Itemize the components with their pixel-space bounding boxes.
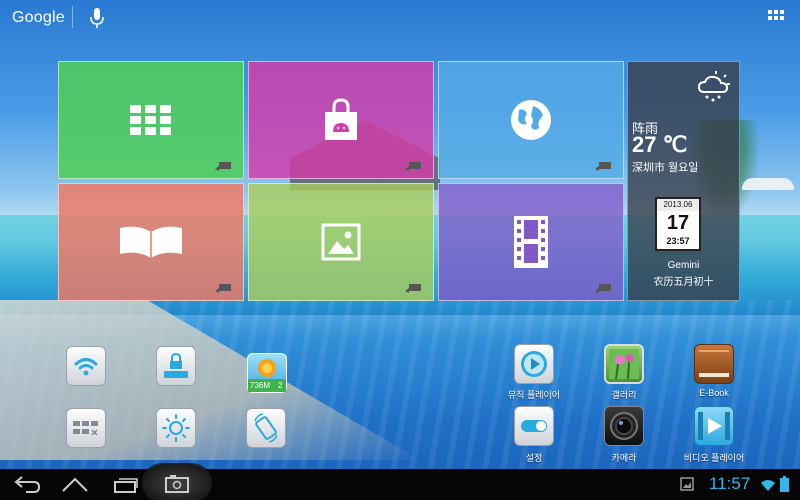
video-tile[interactable] bbox=[438, 183, 624, 301]
home-screen: Google 阵雨 27 ℃ 深圳市 월요일 2013.06 17 23:57 … bbox=[0, 0, 800, 500]
music-player-app[interactable] bbox=[514, 344, 554, 384]
open-book-icon bbox=[120, 226, 182, 258]
top-bar: Google bbox=[0, 0, 800, 36]
memory-count: 2 bbox=[278, 381, 283, 390]
gallery-app[interactable] bbox=[604, 344, 644, 384]
film-strip-icon bbox=[514, 216, 548, 268]
video-player-label: 비디오 플레이어 bbox=[683, 453, 745, 463]
status-clock: 11:57 bbox=[709, 474, 751, 493]
screenshot-icon[interactable] bbox=[162, 474, 192, 494]
globe-icon bbox=[511, 100, 551, 140]
ebook-app[interactable] bbox=[694, 344, 734, 384]
flower-photo-icon bbox=[609, 349, 639, 380]
swap-icon bbox=[595, 162, 611, 171]
wifi-signal-icon bbox=[761, 480, 775, 491]
brightness-icon bbox=[162, 414, 190, 442]
gallery-tile[interactable] bbox=[248, 183, 434, 301]
memory-cleaner-widget[interactable]: 736M 2 bbox=[247, 353, 287, 393]
google-search-button[interactable]: Google bbox=[12, 9, 65, 27]
gallery-label: 갤러리 bbox=[611, 390, 637, 400]
wifi-toggle-button[interactable] bbox=[66, 346, 106, 386]
settings-toggle-icon bbox=[521, 420, 547, 432]
swap-icon bbox=[405, 162, 421, 171]
swap-icon bbox=[215, 284, 231, 293]
wallpaper-umbrella bbox=[742, 178, 794, 190]
grid-icon bbox=[130, 105, 171, 135]
calendar-time: 23:57 bbox=[666, 236, 690, 246]
all-apps-icon[interactable] bbox=[768, 10, 784, 26]
camera-label: 카메라 bbox=[611, 453, 637, 463]
camera-lens-icon bbox=[610, 412, 638, 440]
lunar-date: 农历五月初十 bbox=[653, 277, 714, 288]
keyboard-toggle-button[interactable] bbox=[66, 408, 106, 448]
book-cover-icon bbox=[699, 350, 729, 377]
lock-keyboard-icon bbox=[164, 352, 188, 378]
wifi-icon bbox=[74, 358, 98, 376]
store-tile[interactable] bbox=[248, 61, 434, 179]
swap-icon bbox=[215, 162, 231, 171]
weather-city-weekday: 深圳市 월요일 bbox=[632, 162, 699, 174]
picture-icon bbox=[321, 223, 361, 261]
microphone-icon[interactable] bbox=[88, 7, 106, 29]
rain-cloud-icon bbox=[697, 71, 730, 102]
video-play-icon bbox=[698, 412, 730, 440]
memory-text: 736M bbox=[250, 381, 271, 390]
video-player-app[interactable] bbox=[694, 406, 734, 446]
calendar-month: 2013.06 bbox=[657, 199, 699, 211]
lock-screen-button[interactable] bbox=[156, 346, 196, 386]
screen-rotation-icon bbox=[254, 413, 278, 443]
weather-widget[interactable]: 阵雨 27 ℃ 深圳市 월요일 2013.06 17 23:57 Gemini … bbox=[627, 61, 740, 301]
swap-icon bbox=[405, 284, 421, 293]
calendar-card[interactable]: 2013.06 17 23:57 bbox=[655, 197, 701, 251]
camera-app[interactable] bbox=[604, 406, 644, 446]
settings-app[interactable] bbox=[514, 406, 554, 446]
ebook-label: E-Book bbox=[699, 388, 729, 398]
ebook-tile[interactable] bbox=[58, 183, 244, 301]
gallery-notification-icon[interactable] bbox=[680, 477, 694, 491]
shopping-bag-icon bbox=[325, 98, 357, 140]
calendar-day: 17 bbox=[666, 212, 690, 234]
weather-temperature: 27 ℃ bbox=[632, 132, 688, 157]
settings-label: 설정 bbox=[525, 453, 543, 463]
battery-icon bbox=[780, 476, 789, 492]
home-icon[interactable] bbox=[60, 474, 90, 494]
back-icon[interactable] bbox=[12, 474, 42, 494]
play-circle-icon bbox=[521, 351, 547, 377]
recent-apps-icon[interactable] bbox=[110, 474, 140, 494]
apps-tile[interactable] bbox=[58, 61, 244, 179]
keyboard-icon bbox=[73, 421, 98, 436]
browser-tile[interactable] bbox=[438, 61, 624, 179]
music-player-label: 뮤직 플레이어 bbox=[507, 390, 561, 400]
rotation-toggle-button[interactable] bbox=[246, 408, 286, 448]
brightness-toggle-button[interactable] bbox=[156, 408, 196, 448]
swap-icon bbox=[595, 284, 611, 293]
system-bar: 11:57 bbox=[0, 463, 800, 500]
divider bbox=[72, 6, 73, 28]
star-sign: Gemini bbox=[667, 260, 700, 271]
